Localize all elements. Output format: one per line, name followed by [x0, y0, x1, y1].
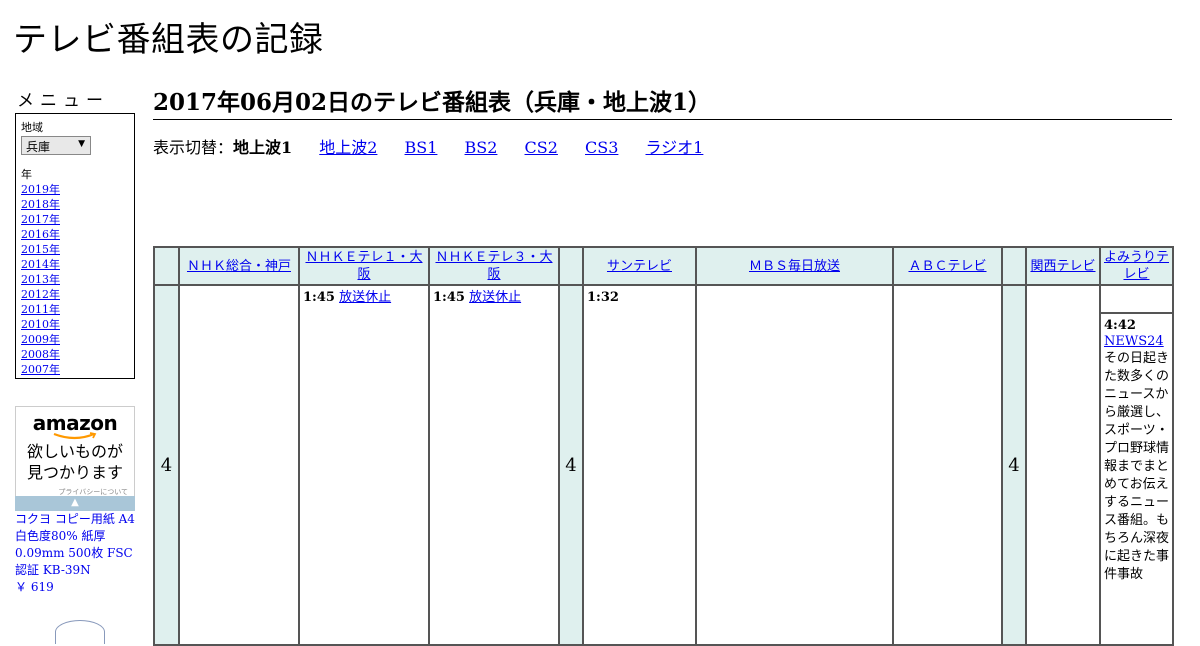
- switch-link[interactable]: BS1: [405, 138, 438, 157]
- program-cell: 1:45 放送休止: [428, 284, 560, 646]
- program-cell: 4:42 NEWS24 その日起きた数多くのニュースから厳選し、スポーツ・プロ野…: [1099, 312, 1174, 646]
- ad-product-price: ￥ 619: [15, 580, 54, 594]
- channel-link[interactable]: サンテレビ: [607, 259, 672, 274]
- ad-copy-line: 欲しいものが: [26, 442, 123, 461]
- program-time: 1:45: [303, 290, 335, 305]
- hour-header: [1001, 246, 1027, 286]
- region-select[interactable]: 兵庫 ▼: [21, 136, 91, 155]
- switch-link[interactable]: ラジオ1: [646, 138, 704, 157]
- menu-box: 地域 兵庫 ▼ 年 2019年 2018年 2017年 2016年 2015年 …: [15, 113, 135, 379]
- channel-link[interactable]: よみうりテレビ: [1104, 250, 1169, 282]
- hour-cell: 4: [558, 284, 584, 646]
- hour-cell: 4: [1001, 284, 1027, 646]
- year-link[interactable]: 2014年: [21, 258, 60, 271]
- chevron-down-icon: ▼: [78, 139, 85, 149]
- switch-current: 地上波1: [233, 138, 293, 157]
- channel-link[interactable]: ＮＨＫ総合・神戸: [187, 259, 291, 274]
- region-label: 地域: [21, 121, 43, 134]
- channel-header: サンテレビ: [582, 246, 697, 286]
- ad-expand-bar[interactable]: ▲: [15, 496, 135, 511]
- channel-header-row: ＮＨＫ総合・神戸 ＮＨＫＥテレ１・大阪 ＮＨＫＥテレ３・大阪 サンテレビ ＭＢＳ…: [153, 246, 1174, 286]
- amazon-logo: amazon: [32, 411, 118, 435]
- channel-header: ＮＨＫＥテレ１・大阪: [298, 246, 430, 286]
- schedule-row: 4 1:45 放送休止 1:45 放送休止 4 1:32 4: [153, 284, 1174, 646]
- year-link[interactable]: 2012年: [21, 288, 60, 301]
- ad-copy-line: 見つかります: [26, 463, 123, 482]
- year-link[interactable]: 2007年: [21, 363, 60, 376]
- ad-product-image[interactable]: [55, 620, 105, 644]
- year-link[interactable]: 2018年: [21, 198, 60, 211]
- channel-header: ＭＢＳ毎日放送: [695, 246, 894, 286]
- program-cell: 1:45 放送休止: [298, 284, 430, 646]
- year-link[interactable]: 2008年: [21, 348, 60, 361]
- channel-header: ＮＨＫＥテレ３・大阪: [428, 246, 560, 286]
- program-title[interactable]: NEWS24: [1104, 334, 1164, 349]
- year-link[interactable]: 2011年: [21, 303, 60, 316]
- hour-header: [153, 246, 180, 286]
- hour-cell: 4: [153, 284, 180, 646]
- year-link[interactable]: 2015年: [21, 243, 60, 256]
- switch-link[interactable]: CS2: [525, 138, 558, 157]
- hour-header: [558, 246, 584, 286]
- channel-header: ＡＢＣテレビ: [892, 246, 1003, 286]
- program-cell: [178, 284, 300, 646]
- year-link[interactable]: 2016年: [21, 228, 60, 241]
- chevron-up-icon: ▲: [71, 497, 79, 508]
- schedule-table: ＮＨＫ総合・神戸 ＮＨＫＥテレ１・大阪 ＮＨＫＥテレ３・大阪 サンテレビ ＭＢＳ…: [153, 246, 1174, 646]
- program-time: 4:42: [1104, 318, 1136, 333]
- switch-link[interactable]: 地上波2: [319, 138, 377, 157]
- year-link[interactable]: 2010年: [21, 318, 60, 331]
- switch-link[interactable]: BS2: [465, 138, 498, 157]
- ad-copy: 欲しいものが 見つかります: [16, 441, 134, 483]
- program-cell: 1:32: [582, 284, 697, 646]
- year-link[interactable]: 2013年: [21, 273, 60, 286]
- switch-label: 表示切替：: [153, 138, 234, 157]
- year-link[interactable]: 2017年: [21, 213, 60, 226]
- page-title: 2017年06月02日のテレビ番組表（兵庫・地上波1）: [153, 83, 1172, 120]
- program-title[interactable]: 放送休止: [469, 290, 521, 305]
- program-cell: [1025, 284, 1101, 646]
- year-link[interactable]: 2019年: [21, 183, 60, 196]
- year-list: 2019年 2018年 2017年 2016年 2015年 2014年 2013…: [21, 182, 129, 377]
- channel-link[interactable]: 関西テレビ: [1030, 259, 1095, 274]
- program-cell: [1099, 284, 1174, 314]
- site-title: テレビ番組表の記録: [13, 20, 324, 60]
- channel-header: 関西テレビ: [1025, 246, 1101, 286]
- sidebar: メニュー 地域 兵庫 ▼ 年 2019年 2018年 2017年 2016年 2…: [15, 86, 135, 379]
- program-title[interactable]: 放送休止: [339, 290, 391, 305]
- channel-header: よみうりテレビ: [1099, 246, 1174, 286]
- year-label: 年: [21, 168, 32, 181]
- region-select-value: 兵庫: [26, 140, 51, 154]
- ad-product-name[interactable]: コクヨ コピー用紙 A4 白色度80% 紙厚 0.09mm 500枚 FSC認証…: [15, 511, 135, 579]
- program-time: 1:32: [587, 290, 619, 305]
- program-cell: [695, 284, 894, 646]
- channel-header: ＮＨＫ総合・神戸: [178, 246, 300, 286]
- program-cell: [892, 284, 1003, 646]
- channel-link[interactable]: ＡＢＣテレビ: [908, 259, 986, 274]
- channel-link[interactable]: ＮＨＫＥテレ１・大阪: [305, 250, 422, 282]
- channel-link[interactable]: ＮＨＫＥテレ３・大阪: [435, 250, 552, 282]
- year-link[interactable]: 2009年: [21, 333, 60, 346]
- view-switcher: 表示切替：地上波1 地上波2 BS1 BS2 CS2 CS3 ラジオ1: [153, 134, 703, 158]
- channel-link[interactable]: ＭＢＳ毎日放送: [749, 259, 840, 274]
- program-time: 1:45: [433, 290, 465, 305]
- ad-product[interactable]: コクヨ コピー用紙 A4 白色度80% 紙厚 0.09mm 500枚 FSC認証…: [15, 511, 135, 596]
- program-description: その日起きた数多くのニュースから厳選し、スポーツ・プロ野球情報までまとめてお伝え…: [1104, 351, 1170, 582]
- menu-title: メニュー: [17, 91, 109, 111]
- switch-link[interactable]: CS3: [585, 138, 618, 157]
